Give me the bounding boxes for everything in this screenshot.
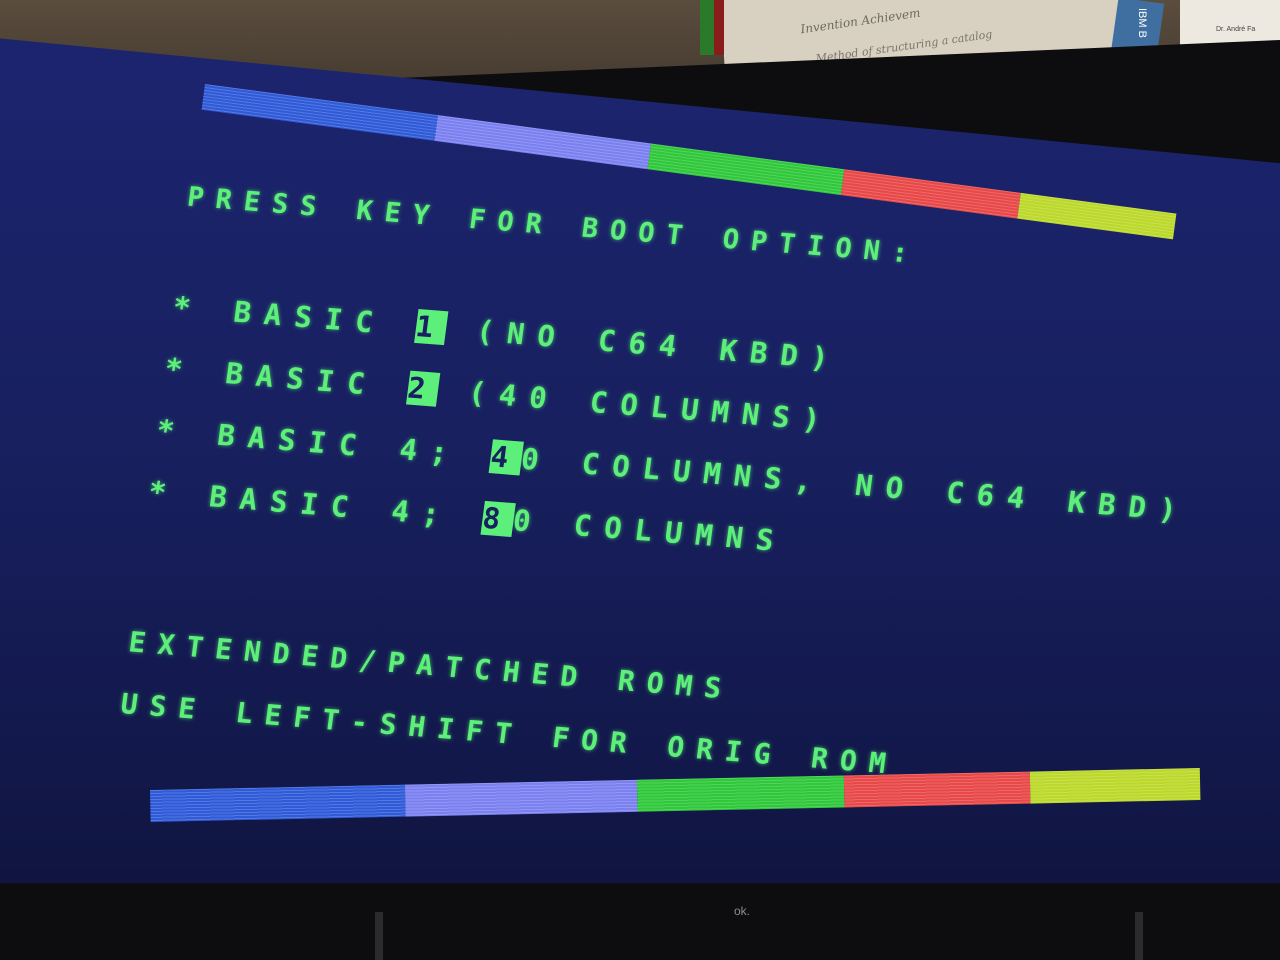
bar-seg-blue — [201, 84, 438, 141]
boot-menu: PRESS KEY FOR BOOT OPTION: * BASIC 1 (NO… — [109, 140, 1227, 873]
monitor-stand-right — [1135, 912, 1143, 960]
monitor-stand-left — [375, 912, 383, 960]
monitor-brand-logo: ok. — [734, 904, 751, 918]
boot-notes: EXTENDED/PATCHED ROMS USE LEFT-SHIFT FOR… — [114, 593, 1168, 835]
option-key: 8 — [480, 500, 516, 538]
option-desc: (NO C64 KBD) — [444, 311, 844, 377]
option-bullet: * — [170, 289, 206, 327]
option-label: BASIC — [223, 356, 411, 405]
option-desc: 0 COLUMNS — [510, 503, 789, 559]
option-label: BASIC 4; — [207, 479, 485, 535]
option-key: 4 — [488, 439, 524, 476]
boot-options: * BASIC 1 (NO C64 KBD) * BASIC 2 (40 COL… — [142, 257, 1212, 622]
option-desc: (40 COLUMNS) — [436, 372, 836, 438]
option-bullet: * — [162, 351, 198, 388]
option-label: BASIC — [231, 294, 419, 343]
option-key: 1 — [413, 309, 449, 346]
option-label: BASIC 4; — [215, 417, 494, 474]
green-ribbon — [700, 0, 714, 55]
option-bullet: * — [146, 474, 182, 511]
option-bullet: * — [154, 413, 190, 450]
red-ribbon — [714, 0, 724, 55]
lanyard-text: IBM B — [1136, 8, 1148, 38]
option-key: 2 — [405, 370, 441, 407]
name-card-text: Dr. André Fa — [1216, 26, 1256, 33]
